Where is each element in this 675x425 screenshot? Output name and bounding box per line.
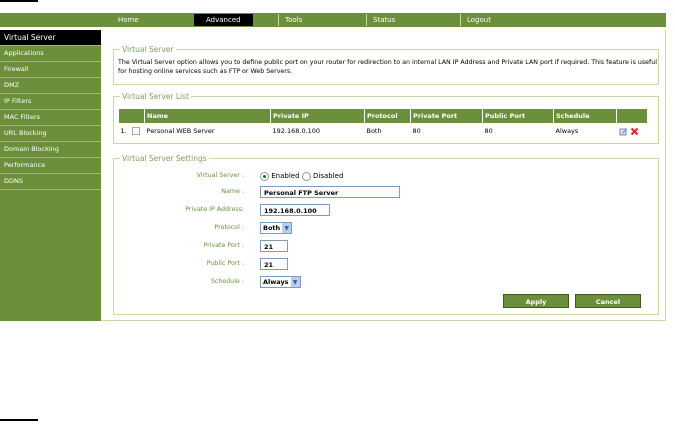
row-index: 1. <box>120 127 127 135</box>
private-ip-field[interactable]: 192.168.0.100 <box>260 204 330 216</box>
virtual-server-list-title: Virtual Server List <box>120 92 191 101</box>
row-private-port: 80 <box>412 127 421 135</box>
col-public-port: Public Port <box>482 108 554 124</box>
sidebar-item-firewall[interactable]: Firewall <box>0 62 101 78</box>
top-divider-line <box>0 0 38 2</box>
row-schedule: Always <box>555 127 579 135</box>
top-nav-bar: Home Advanced Tools Status Logout <box>0 13 666 27</box>
sidebar-item-domain-blocking[interactable]: Domain Blocking <box>0 142 101 158</box>
protocol-label: Protocol : <box>214 224 245 231</box>
sidebar-item-performance[interactable]: Performance <box>0 158 101 174</box>
enabled-radio[interactable] <box>260 171 269 181</box>
name-field[interactable]: Personal FTP Server <box>260 186 400 198</box>
sidebar-item-url-blocking[interactable]: URL Blocking <box>0 126 101 142</box>
private-ip-row: Private IP Address: 192.168.0.100 <box>114 203 654 217</box>
virtual-server-state-label: Virtual Server : <box>196 172 244 179</box>
tab-home[interactable]: Home <box>118 14 139 26</box>
row-protocol: Both <box>366 127 382 135</box>
virtual-server-description: The Virtual Server option allows you to … <box>118 59 657 75</box>
virtual-server-settings-box: Virtual Server Settings Virtual Server :… <box>113 154 659 315</box>
apply-button[interactable]: Apply <box>503 294 569 308</box>
col-private-ip: Private IP <box>270 108 365 124</box>
chevron-down-icon: ▼ <box>282 223 292 233</box>
row-private-ip: 192.168.0.100 <box>272 127 321 135</box>
name-row: Name : Personal FTP Server <box>114 185 654 199</box>
bottom-divider-line <box>0 419 38 421</box>
protocol-row: Protocol : Both ▼ <box>114 221 654 235</box>
row-checkbox[interactable] <box>131 127 140 135</box>
cancel-button[interactable]: Cancel <box>575 294 641 308</box>
chevron-down-icon: ▼ <box>290 277 300 287</box>
enabled-label: Enabled <box>271 172 300 180</box>
sidebar-item-dmz[interactable]: DMZ <box>0 78 101 94</box>
disabled-radio[interactable] <box>301 171 311 181</box>
sidebar: Virtual Server Applications Firewall DMZ… <box>0 30 101 321</box>
protocol-select[interactable]: Both ▼ <box>260 222 293 234</box>
col-schedule: Schedule <box>553 108 617 124</box>
private-ip-label: Private IP Address: <box>185 206 244 213</box>
private-port-label: Private Port : <box>203 242 244 249</box>
edit-icon[interactable] <box>619 127 628 136</box>
delete-icon[interactable] <box>630 127 639 136</box>
virtual-server-state-row: Virtual Server : Enabled Disabled <box>114 169 654 183</box>
private-port-row: Private Port : 21 <box>114 239 654 253</box>
virtual-server-table: Name Private IP Protocol Private Port Pu… <box>118 108 648 138</box>
col-name: Name <box>144 108 271 124</box>
row-name: Personal WEB Server <box>146 127 215 135</box>
tab-logout[interactable]: Logout <box>460 14 491 26</box>
col-private-port: Private Port <box>410 108 483 124</box>
main-content: Virtual Server The Virtual Server option… <box>101 30 666 321</box>
schedule-label: Schedule : <box>210 278 244 285</box>
tab-advanced[interactable]: Advanced <box>194 14 253 26</box>
disabled-label: Disabled <box>313 172 344 180</box>
schedule-select[interactable]: Always ▼ <box>260 276 301 288</box>
public-port-row: Public Port : 21 <box>114 257 654 271</box>
table-row: 1. Personal WEB Server 192.168.0.100 Bot… <box>119 124 648 139</box>
sidebar-item-mac-filters[interactable]: MAC Filters <box>0 110 101 126</box>
sidebar-item-applications[interactable]: Applications <box>0 46 101 62</box>
virtual-server-settings-title: Virtual Server Settings <box>120 154 209 163</box>
virtual-server-list-box: Virtual Server List Name Private IP Prot… <box>113 92 659 144</box>
table-header-row: Name Private IP Protocol Private Port Pu… <box>118 108 648 124</box>
tab-status[interactable]: Status <box>366 14 395 26</box>
tab-tools[interactable]: Tools <box>278 14 302 26</box>
virtual-server-title: Virtual Server <box>120 45 176 54</box>
sidebar-item-ip-filters[interactable]: IP Filters <box>0 94 101 110</box>
public-port-field[interactable]: 21 <box>260 258 288 270</box>
private-port-field[interactable]: 21 <box>260 240 288 252</box>
schedule-row: Schedule : Always ▼ <box>114 275 654 289</box>
virtual-server-info-box: Virtual Server The Virtual Server option… <box>113 45 659 85</box>
name-label: Name : <box>221 188 244 195</box>
sidebar-item-ddns[interactable]: DDNS <box>0 174 101 190</box>
col-protocol: Protocol <box>364 108 411 124</box>
public-port-label: Public Port : <box>206 260 244 267</box>
sidebar-item-virtual-server[interactable]: Virtual Server <box>0 30 101 46</box>
row-public-port: 80 <box>484 127 493 135</box>
